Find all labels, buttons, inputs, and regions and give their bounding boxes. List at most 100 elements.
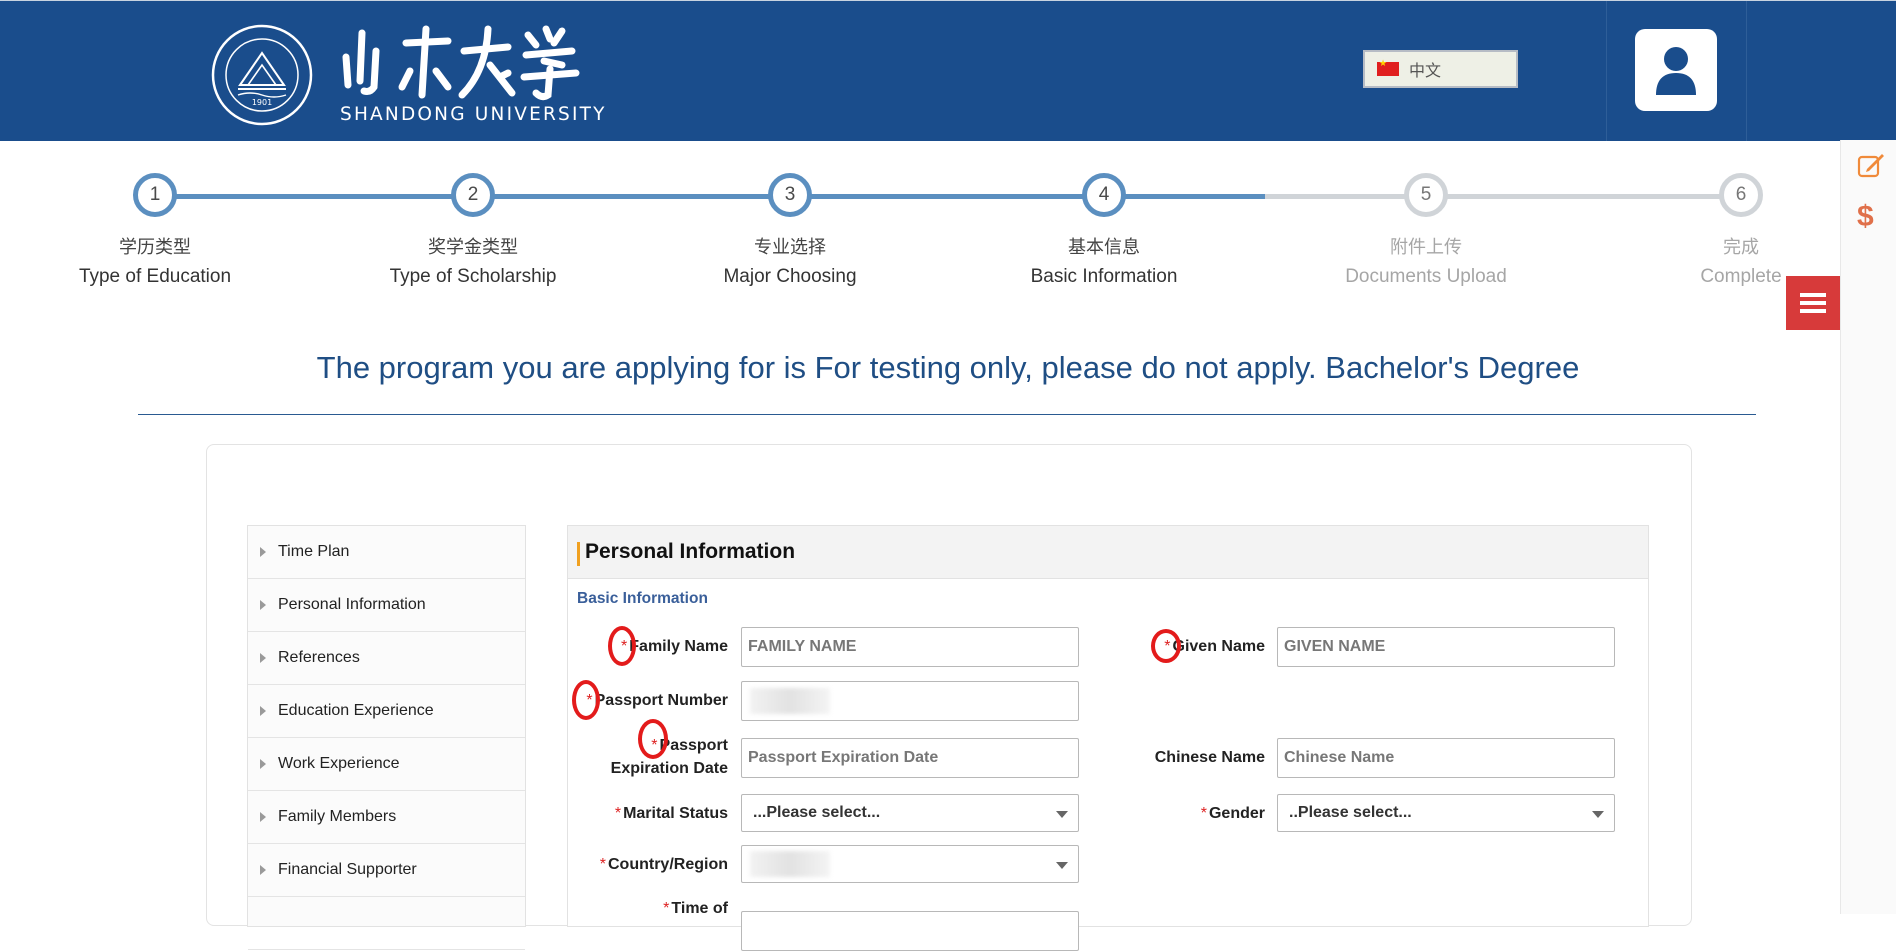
university-calligraphy-logo: [342, 25, 580, 101]
step-5-label-cn: 附件上传: [1390, 237, 1462, 258]
china-flag-icon: [1377, 59, 1399, 76]
sidebar-item-references[interactable]: References: [248, 632, 525, 685]
passport-expiration-input[interactable]: [741, 738, 1079, 778]
step-5-circle: 5: [1404, 173, 1448, 217]
required-marker: *: [614, 805, 622, 822]
chevron-down-icon: [1056, 811, 1068, 818]
panel-title: Personal Information: [585, 540, 796, 563]
country-region-label-text: Country/Region: [608, 856, 728, 873]
panel-header-accent: [577, 542, 580, 566]
sidebar-item-more[interactable]: [248, 897, 525, 950]
step-1-circle: 1: [133, 173, 177, 217]
marital-status-label-text: Marital Status: [623, 805, 728, 822]
step-1-label-en: Type of Education: [78, 266, 232, 287]
section-title: Basic Information: [577, 590, 708, 607]
svg-text:1901: 1901: [252, 98, 272, 107]
step-4-label-cn: 基本信息: [1068, 237, 1140, 258]
gender-value: ..Please select...: [1289, 804, 1412, 821]
step-5-label-en: Documents Upload: [1345, 266, 1507, 287]
required-marker: *: [663, 900, 670, 917]
caret-right-icon: [260, 706, 266, 716]
program-title: The program you are applying for is For …: [316, 350, 1580, 385]
menu-icon: [1800, 293, 1826, 313]
university-english-name: SHANDONG UNIVERSITY: [340, 104, 607, 125]
site-header: 1901 SHANDONG UNIVERSITY 中文: [0, 0, 1896, 141]
required-marker: *: [599, 856, 606, 873]
sidebar-item-work-experience[interactable]: Work Experience: [248, 738, 525, 791]
required-marker: *: [1200, 805, 1207, 822]
redacted-value: [750, 851, 830, 877]
sidebar-item-label: Time Plan: [278, 543, 350, 560]
sidebar-item-education-experience[interactable]: Education Experience: [248, 685, 525, 738]
family-name-label-text: Family Name: [629, 638, 728, 655]
marital-status-label: * Marital Status: [568, 802, 728, 825]
sidebar-item-label: Personal Information: [278, 596, 426, 613]
gender-label-text: Gender: [1208, 805, 1265, 822]
personal-information-panel: Personal Information Basic Information *…: [567, 525, 1649, 951]
step-6-label-en: Complete: [1700, 266, 1782, 287]
dollar-icon[interactable]: $: [1857, 200, 1874, 234]
step-4-circle: 4: [1082, 173, 1126, 217]
step-3-label-cn: 专业选择: [754, 237, 826, 258]
chevron-down-icon: [1056, 862, 1068, 869]
university-seal-logo: 1901: [211, 24, 313, 126]
header-divider: [1606, 1, 1607, 141]
caret-right-icon: [260, 759, 266, 769]
sidebar-item-label: References: [278, 649, 360, 666]
sidebar-item-family-members[interactable]: Family Members: [248, 791, 525, 844]
given-name-label: * Given Name: [1108, 635, 1265, 658]
time-of-label-text: Time of: [671, 900, 728, 917]
chevron-down-icon: [1592, 811, 1604, 818]
passport-expiration-label-line2: Expiration Date: [610, 760, 728, 777]
annotation-circle: [1151, 629, 1181, 663]
annotation-circle: [608, 626, 636, 666]
sidebar-item-personal-information[interactable]: Personal Information: [248, 579, 525, 632]
family-name-input[interactable]: [741, 627, 1079, 667]
step-4-label-en: Basic Information: [1030, 266, 1178, 287]
marital-status-select[interactable]: ...Please select...: [741, 794, 1079, 832]
caret-right-icon: [260, 600, 266, 610]
step-1-label-cn: 学历类型: [119, 237, 191, 258]
caret-right-icon: [260, 812, 266, 822]
gender-label: * Gender: [1108, 802, 1265, 825]
step-2-label-en: Type of Scholarship: [389, 266, 557, 287]
annotation-circle: [572, 680, 600, 720]
passport-expiration-label-line1: Passport: [659, 737, 728, 754]
step-2-circle: 2: [451, 173, 495, 217]
given-name-input[interactable]: [1277, 627, 1615, 667]
country-region-label: * Country/Region: [568, 853, 728, 876]
title-divider: [138, 414, 1756, 415]
marital-status-value: ...Please select...: [753, 804, 881, 821]
given-name-label-text: Given Name: [1172, 638, 1265, 655]
header-divider: [1746, 1, 1747, 141]
sidebar-item-time-plan[interactable]: Time Plan: [248, 526, 525, 579]
caret-right-icon: [260, 865, 266, 875]
chinese-name-input[interactable]: [1277, 738, 1615, 778]
section-sidebar: Time Plan Personal Information Reference…: [247, 525, 526, 950]
time-of-label: * Time of: [568, 897, 728, 920]
caret-right-icon: [260, 547, 266, 557]
step-3-label-en: Major Choosing: [723, 266, 857, 287]
time-of-input[interactable]: [741, 911, 1079, 951]
sidebar-item-label: Family Members: [278, 808, 397, 825]
gender-select[interactable]: ..Please select...: [1277, 794, 1615, 832]
step-3-circle: 3: [768, 173, 812, 217]
step-6-label-cn: 完成: [1723, 237, 1759, 258]
caret-right-icon: [260, 653, 266, 663]
annotation-circle: [638, 719, 668, 759]
step-2-label-cn: 奖学金类型: [428, 237, 518, 258]
panel-header: Personal Information: [568, 526, 1648, 579]
sidebar-item-financial-supporter[interactable]: Financial Supporter: [248, 844, 525, 897]
passport-number-label-text: Passport Number: [594, 692, 728, 709]
edit-icon[interactable]: [1857, 152, 1885, 178]
redacted-value: [750, 688, 830, 714]
chinese-name-label: Chinese Name: [1154, 749, 1265, 766]
sidebar-item-label: Financial Supporter: [278, 861, 417, 878]
family-name-label: * Family Name: [568, 635, 728, 658]
user-icon: [1656, 47, 1696, 95]
step-6-circle: 6: [1719, 173, 1763, 217]
progress-line-pending: [1265, 194, 1740, 199]
language-label: 中文: [1409, 61, 1442, 80]
language-switch-button[interactable]: 中文: [1363, 50, 1518, 88]
user-account-button[interactable]: [1635, 29, 1717, 111]
